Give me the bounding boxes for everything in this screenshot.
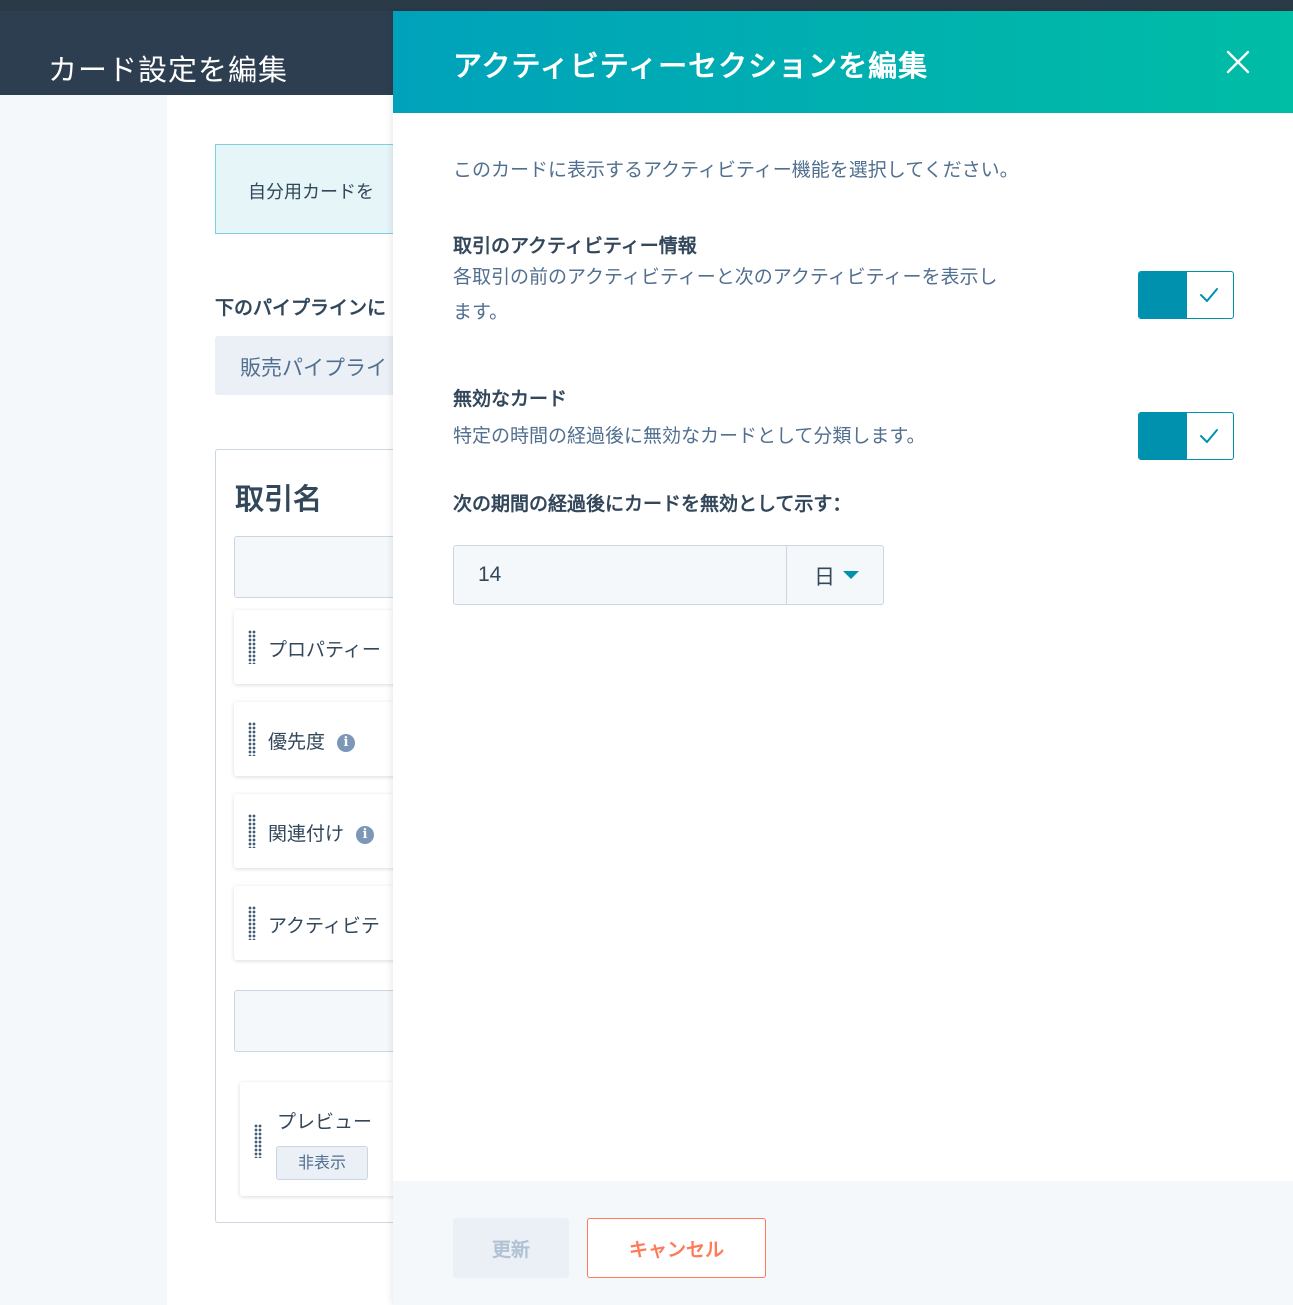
- card-row-label: 優先度 i: [268, 727, 356, 754]
- panel-footer: 更新 キャンセル: [393, 1181, 1293, 1305]
- card-row-label: アクティビテ: [268, 915, 380, 937]
- drag-handle-icon[interactable]: [248, 906, 256, 940]
- card-row-label: プロパティー: [268, 639, 381, 661]
- panel-intro: このカードに表示するアクティビティー機能を選択してください。: [453, 159, 1019, 181]
- cancel-button[interactable]: キャンセル: [587, 1218, 766, 1278]
- update-button[interactable]: 更新: [453, 1218, 569, 1278]
- section-desc-deal-activity: 各取引の前のアクティビティーと次のアクティビティーを表示し ます。: [453, 266, 998, 323]
- section-desc-inactive-card: 特定の時間の経過後に無効なカードとして分類します。: [453, 425, 926, 447]
- notice-text: 自分用カードを: [248, 182, 374, 203]
- panel-header: アクティビティーセクションを編集: [393, 11, 1293, 113]
- period-value-input[interactable]: [453, 545, 787, 605]
- card-title: 取引名: [235, 482, 323, 516]
- toggle-deal-activity[interactable]: [1138, 271, 1234, 319]
- check-icon: [1200, 429, 1218, 443]
- drag-handle-icon[interactable]: [254, 1124, 262, 1158]
- page-title: カード設定を編集: [48, 53, 289, 87]
- drag-handle-icon[interactable]: [248, 630, 256, 664]
- panel-title: アクティビティーセクションを編集: [453, 49, 929, 83]
- drag-handle-icon[interactable]: [248, 722, 256, 756]
- pipeline-label: 下のパイプラインに: [215, 297, 387, 319]
- check-icon: [1200, 288, 1218, 302]
- drag-handle-icon[interactable]: [248, 814, 256, 848]
- toggle-inactive-card[interactable]: [1138, 412, 1234, 460]
- card-row-label: 関連付け i: [268, 819, 375, 846]
- info-icon[interactable]: i: [356, 826, 375, 844]
- toggle-fill: [1139, 413, 1187, 459]
- edit-activity-panel: アクティビティーセクションを編集 このカードに表示するアクティビティー機能を選択…: [393, 11, 1293, 1305]
- left-column: [0, 95, 167, 1305]
- info-icon[interactable]: i: [337, 734, 356, 752]
- section-title-deal-activity: 取引のアクティビティー情報: [453, 235, 697, 257]
- period-unit-value: 日: [814, 565, 835, 589]
- top-strip: [0, 0, 1293, 11]
- caret-down-icon: [843, 571, 859, 579]
- close-button[interactable]: [1223, 47, 1253, 77]
- section-title-inactive-card: 無効なカード: [453, 388, 568, 410]
- toggle-fill: [1139, 272, 1187, 318]
- hidden-badge: 非表示: [276, 1146, 368, 1180]
- period-unit-select[interactable]: 日: [786, 545, 884, 605]
- preview-label: プレビュー: [277, 1111, 373, 1133]
- period-label: 次の期間の経過後にカードを無効として示す：: [453, 493, 852, 515]
- close-icon: [1226, 50, 1250, 74]
- pipeline-select-value: 販売パイプライ: [240, 356, 387, 380]
